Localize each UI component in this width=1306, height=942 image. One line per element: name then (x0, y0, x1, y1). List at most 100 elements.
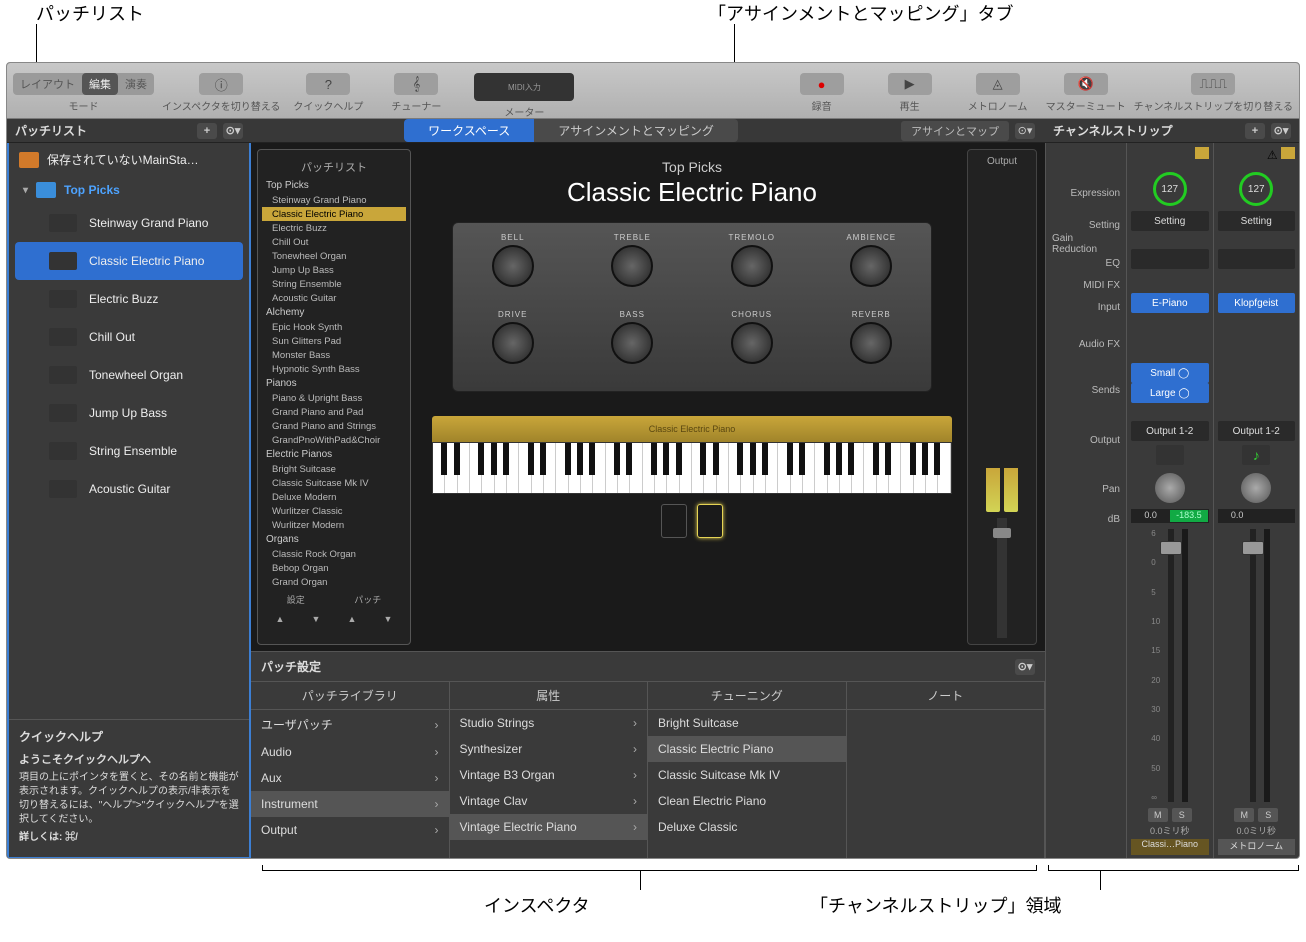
sidebar-patch-item[interactable]: String Ensemble (9, 432, 249, 470)
inspector-row[interactable]: Classic Suitcase Mk IV (648, 762, 846, 788)
mute-button[interactable]: M (1234, 808, 1254, 822)
knob-dial[interactable] (611, 322, 653, 364)
channel-action-button[interactable]: ⊙▾ (1271, 123, 1291, 139)
inspector-toggle-button[interactable]: ⓘ インスペクタを切り替える (162, 67, 280, 113)
sidebar-patch-item[interactable]: Chill Out (9, 318, 249, 356)
set-up-button[interactable]: ▲ (276, 614, 285, 624)
assign-map-pill[interactable]: アサインとマップ (901, 121, 1009, 141)
master-mute-button[interactable]: 🔇 マスターミュート (1046, 67, 1126, 113)
knob-dial[interactable] (492, 322, 534, 364)
ws-patch-item[interactable]: Piano & Upright Bass (262, 391, 406, 405)
mode-edit[interactable]: 編集 (82, 73, 118, 95)
output-fader[interactable] (997, 518, 1007, 638)
inspector-row[interactable]: Classic Electric Piano (648, 736, 846, 762)
knob-reverb[interactable]: REVERB (822, 310, 922, 381)
inspector-tab[interactable]: チューニング (648, 682, 847, 709)
ws-patch-item[interactable]: Steinway Grand Piano (262, 193, 406, 207)
knob-treble[interactable]: TREBLE (583, 233, 683, 304)
inspector-action-button[interactable]: ⊙▾ (1015, 659, 1035, 675)
set-item[interactable]: ▾ Top Picks (9, 176, 249, 204)
knob-dial[interactable] (731, 245, 773, 287)
knob-dial[interactable] (850, 322, 892, 364)
ws-patch-item[interactable]: Bright Suitcase (262, 462, 406, 476)
knob-dial[interactable] (850, 245, 892, 287)
setting-slot[interactable]: Setting (1131, 211, 1209, 231)
ws-patch-item[interactable]: Monster Bass (262, 348, 406, 362)
ws-patch-item[interactable]: Classic Suitcase Mk IV (262, 476, 406, 490)
quick-help-button[interactable]: ? クイックヘルプ (288, 67, 368, 113)
inspector-row[interactable]: Vintage Clav› (450, 788, 648, 814)
sidebar-patch-item[interactable]: Tonewheel Organ (9, 356, 249, 394)
output-slot[interactable]: Output 1-2 (1218, 421, 1296, 441)
send-slot[interactable]: Large ◯ (1131, 383, 1209, 403)
fader[interactable] (1218, 525, 1296, 806)
patch-action-button[interactable]: ⊙▾ (223, 123, 243, 139)
knob-bell[interactable]: BELL (463, 233, 563, 304)
output-slot[interactable]: Output 1-2 (1131, 421, 1209, 441)
add-channel-button[interactable]: + (1245, 123, 1265, 139)
mode-perform[interactable]: 演奏 (118, 73, 154, 95)
inspector-row[interactable]: Synthesizer› (450, 736, 648, 762)
ws-patch-item[interactable]: Classic Electric Piano (262, 207, 406, 221)
ws-patch-item[interactable]: Acoustic Guitar (262, 291, 406, 305)
solo-button[interactable]: S (1172, 808, 1192, 822)
knob-tremolo[interactable]: TREMOLO (702, 233, 802, 304)
pedal-2[interactable] (697, 504, 723, 538)
inspector-row[interactable]: ユーザパッチ› (251, 710, 449, 739)
knob-ambience[interactable]: AMBIENCE (822, 233, 922, 304)
mode-buttons[interactable]: レイアウト 編集 演奏 (13, 73, 154, 95)
mute-button[interactable]: M (1148, 808, 1168, 822)
knob-dial[interactable] (492, 245, 534, 287)
midifx-slot[interactable] (1131, 271, 1209, 291)
add-patch-button[interactable]: + (197, 123, 217, 139)
input-slot[interactable]: E-Piano (1131, 293, 1209, 313)
tuner-button[interactable]: 𝄞 チューナー (376, 67, 456, 113)
inspector-row[interactable]: Aux› (251, 765, 449, 791)
sidebar-patch-item[interactable]: Classic Electric Piano (15, 242, 243, 280)
sidebar-patch-item[interactable]: Steinway Grand Piano (9, 204, 249, 242)
ws-patch-item[interactable]: Hypnotic Synth Bass (262, 362, 406, 376)
channel-name[interactable]: Classi…Piano (1131, 839, 1209, 855)
eq-slot[interactable] (1131, 249, 1209, 269)
sidebar-patch-item[interactable]: Electric Buzz (9, 280, 249, 318)
ws-patch-item[interactable]: Wurlitzer Classic (262, 504, 406, 518)
inspector-row[interactable]: Deluxe Classic (648, 814, 846, 840)
record-button[interactable]: ● 録音 (782, 67, 862, 113)
ws-patch-item[interactable]: Epic Hook Synth (262, 320, 406, 334)
eq-slot[interactable] (1218, 249, 1296, 269)
patch-up-button[interactable]: ▲ (348, 614, 357, 624)
ws-patch-item[interactable]: Grand Organ (262, 575, 406, 589)
workspace-action-button[interactable]: ⊙▾ (1015, 123, 1035, 139)
fader[interactable]: 605101520304050∞ (1131, 525, 1209, 806)
channel-icon[interactable] (1156, 445, 1184, 465)
knob-drive[interactable]: DRIVE (463, 310, 563, 381)
chstrip-toggle-button[interactable]: ⎍⎍⎍ チャンネルストリップを切り替える (1134, 67, 1293, 113)
send-slot[interactable]: Small ◯ (1131, 363, 1209, 383)
ws-patch-item[interactable]: Electric Buzz (262, 221, 406, 235)
inspector-tab[interactable]: パッチライブラリ (251, 682, 450, 709)
ws-patch-item[interactable]: Grand Piano and Pad (262, 405, 406, 419)
channel-name[interactable]: メトロノーム (1218, 839, 1296, 855)
ws-patch-item[interactable]: GrandPnoWithPad&Choir (262, 433, 406, 447)
tab-workspace[interactable]: ワークスペース (404, 119, 534, 142)
ws-group[interactable]: Alchemy (262, 305, 406, 320)
concert-item[interactable]: 保存されていないMainSta… (9, 143, 249, 176)
pan-knob[interactable] (1155, 473, 1185, 503)
play-button[interactable]: ▶ 再生 (870, 67, 950, 113)
inspector-row[interactable]: Vintage Electric Piano› (450, 814, 648, 840)
inspector-row[interactable]: Instrument› (251, 791, 449, 817)
inspector-row[interactable]: Vintage B3 Organ› (450, 762, 648, 788)
audiofx-slot[interactable] (1131, 315, 1209, 361)
knob-dial[interactable] (611, 245, 653, 287)
sidebar-patch-item[interactable]: Jump Up Bass (9, 394, 249, 432)
ws-patch-item[interactable]: Chill Out (262, 235, 406, 249)
disclosure-icon[interactable]: ▾ (23, 185, 28, 196)
ws-patch-item[interactable]: Grand Piano and Strings (262, 419, 406, 433)
patch-down-button[interactable]: ▼ (384, 614, 393, 624)
inspector-tab[interactable]: 属性 (450, 682, 649, 709)
keyboard-keys[interactable] (432, 442, 952, 494)
pan-knob[interactable] (1241, 473, 1271, 503)
pedal-1[interactable] (661, 504, 687, 538)
audiofx-slot[interactable] (1218, 315, 1296, 361)
ws-group[interactable]: Pianos (262, 376, 406, 391)
